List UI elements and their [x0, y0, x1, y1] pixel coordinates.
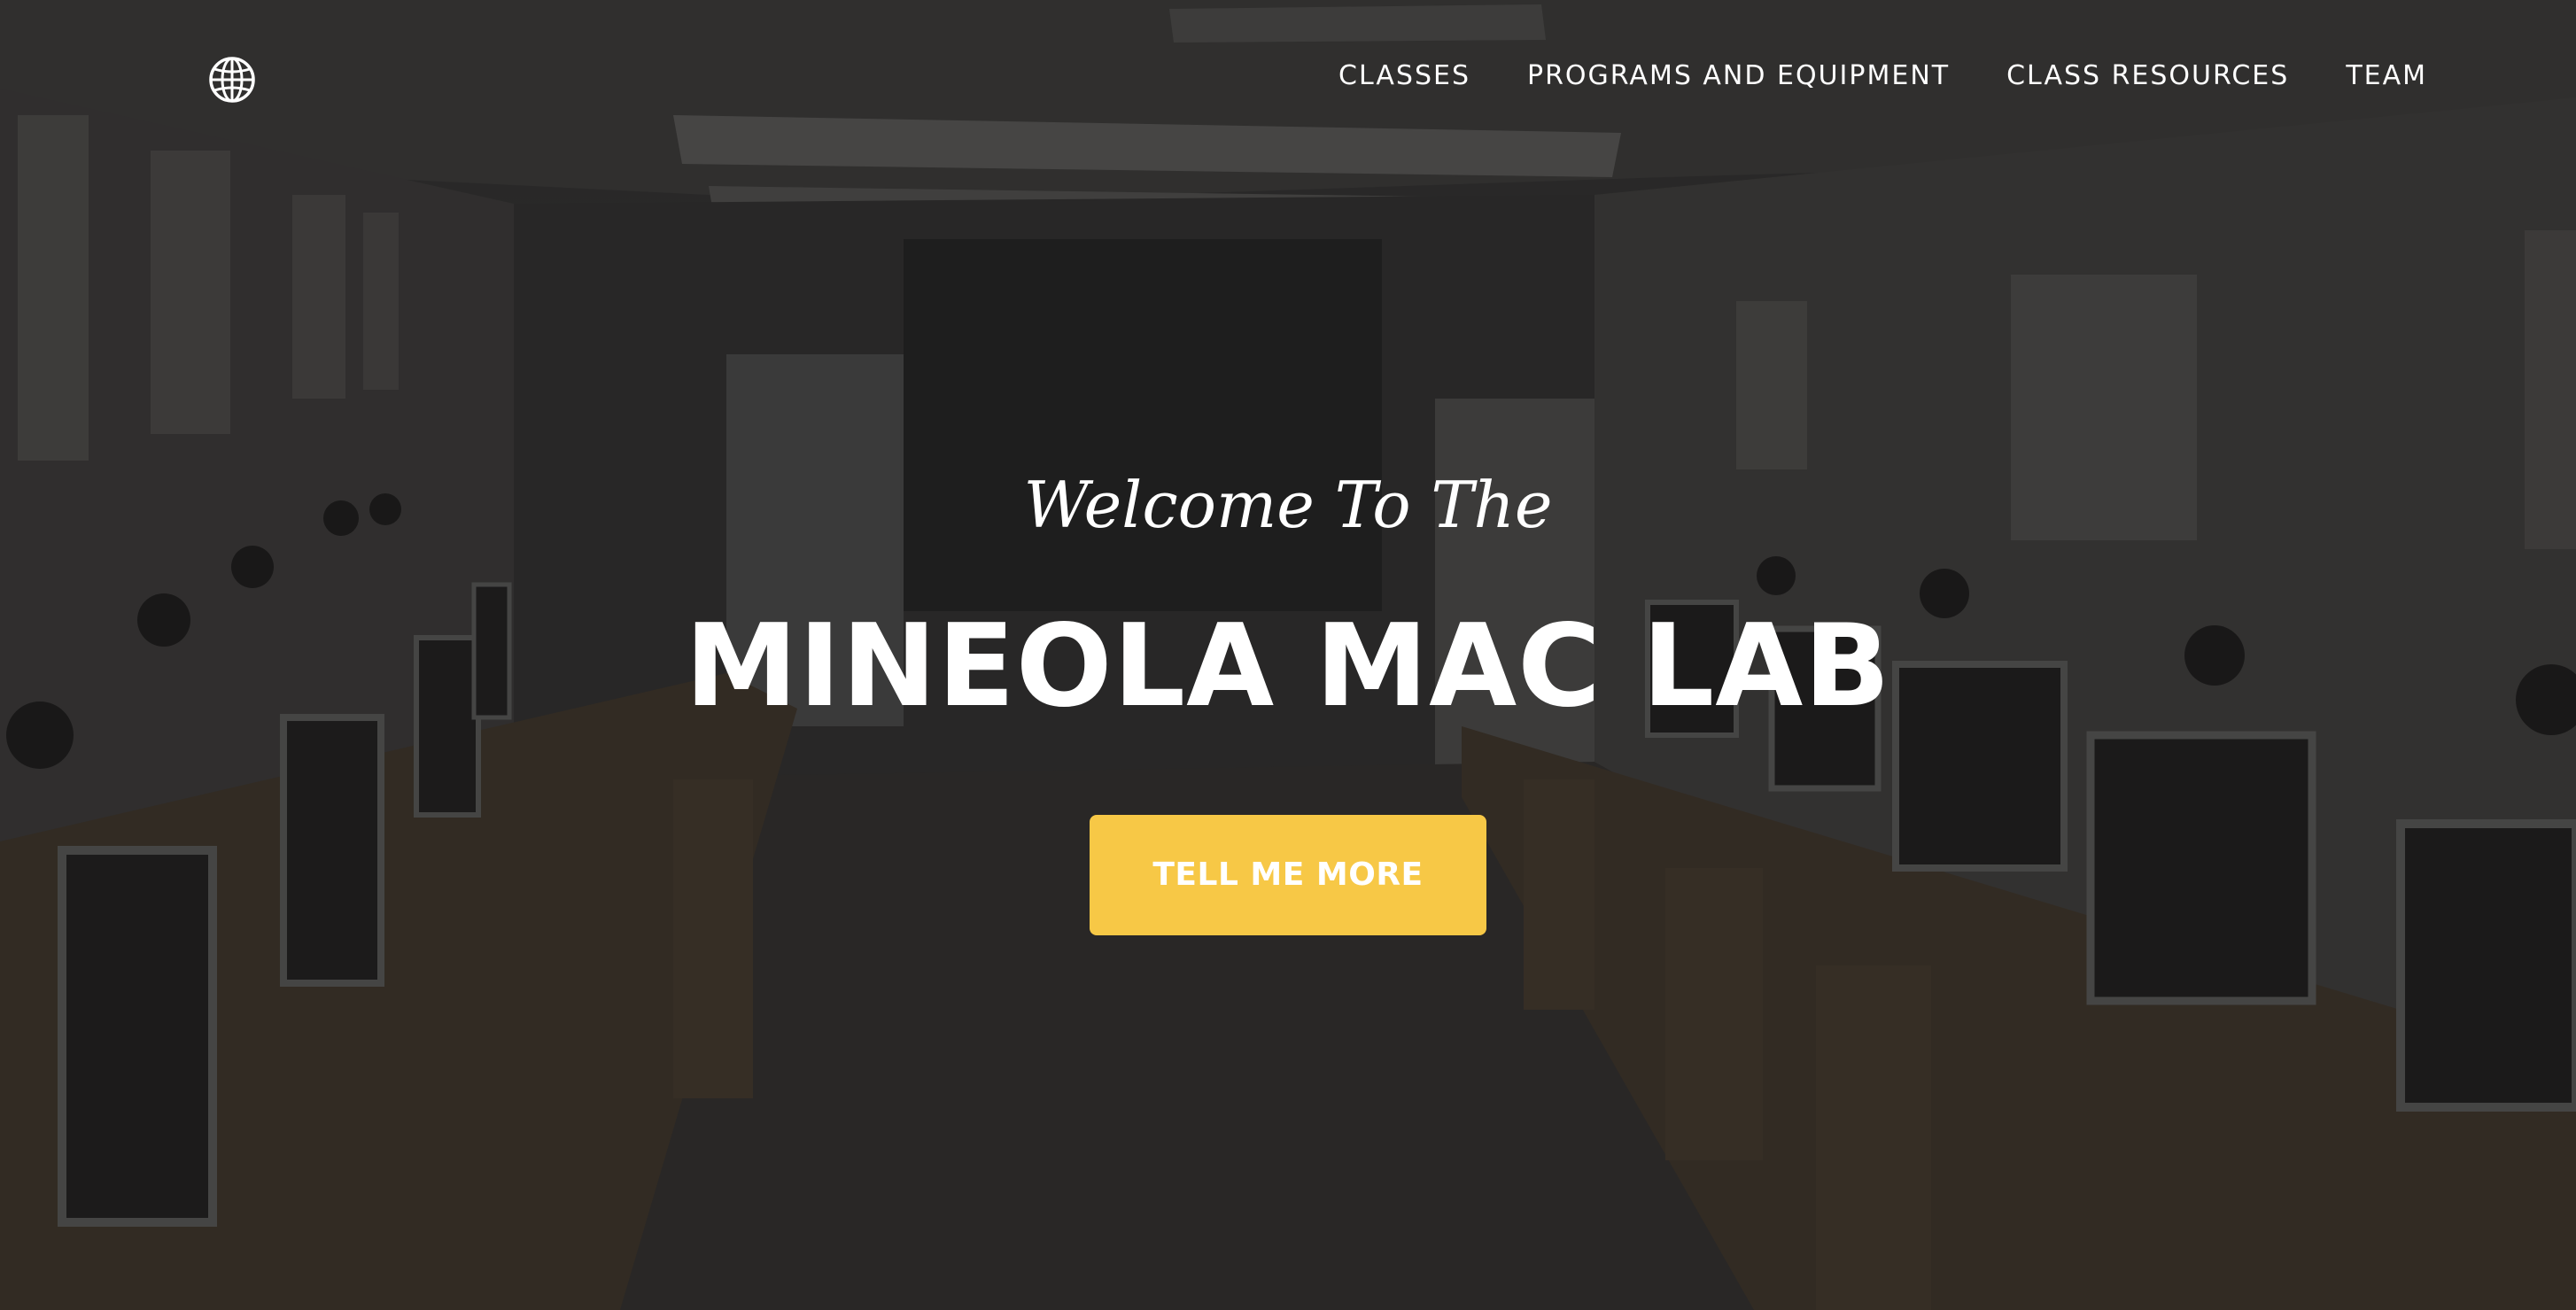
tell-me-more-button[interactable]: TELL ME MORE — [1090, 815, 1486, 935]
hero-section: CLASSES PROGRAMS AND EQUIPMENT CLASS RES… — [0, 0, 2576, 1310]
nav-menu: CLASSES PROGRAMS AND EQUIPMENT CLASS RES… — [1282, 57, 2427, 96]
brand-logo-link[interactable] — [207, 55, 257, 105]
hero-lead-in: Welcome To The — [1023, 468, 1553, 542]
hero-intro: Welcome To The MINEOLA MAC LAB TELL ME M… — [0, 461, 2576, 935]
nav-link-programs-and-equipment[interactable]: PROGRAMS AND EQUIPMENT — [1527, 57, 1950, 96]
nav-link-classes[interactable]: CLASSES — [1338, 57, 1470, 96]
hero-cta-wrapper: TELL ME MORE — [0, 815, 2576, 935]
main-navbar: CLASSES PROGRAMS AND EQUIPMENT CLASS RES… — [0, 0, 2576, 151]
nav-link-team[interactable]: TEAM — [2346, 57, 2427, 96]
nav-link-class-resources[interactable]: CLASS RESOURCES — [2006, 57, 2289, 96]
globe-icon — [209, 57, 255, 103]
hero-heading: MINEOLA MAC LAB — [685, 601, 1891, 733]
